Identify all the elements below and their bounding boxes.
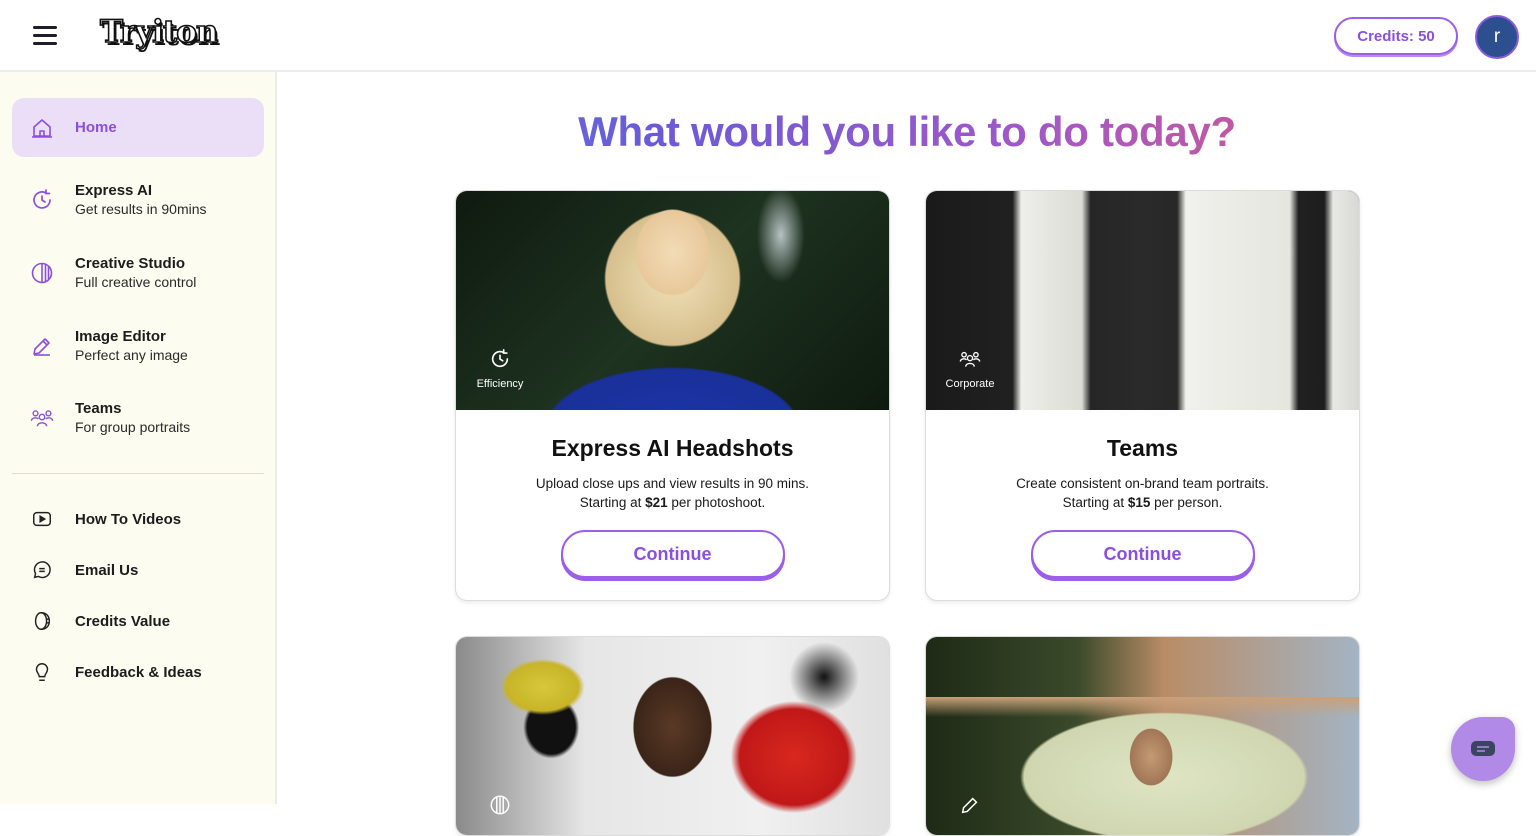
teams-card[interactable]: Corporate Teams Create consistent on-bra… — [925, 190, 1360, 601]
sidebar-item-label: Teams — [75, 400, 122, 417]
sidebar-item-email-us[interactable]: Email Us — [12, 555, 264, 585]
sidebar-item-subtitle: For group portraits — [75, 419, 191, 435]
sidebar-item-teams[interactable]: Teams For group portraits — [12, 388, 264, 448]
lightbulb-icon — [30, 660, 54, 684]
card-desc-line: Upload close ups and view results in 90 … — [535, 476, 810, 491]
continue-button[interactable]: Continue — [1030, 530, 1255, 578]
circle-stripes-icon — [490, 795, 510, 815]
sidebar-item-label: Image Editor — [75, 328, 166, 345]
express-ai-card[interactable]: Efficiency Express AI Headshots Upload c… — [455, 190, 890, 601]
chat-support-button[interactable] — [1451, 717, 1515, 781]
price-suffix: per person. — [1150, 495, 1223, 510]
sidebar-item-label: Creative Studio — [75, 255, 186, 272]
card-badge-label: Efficiency — [476, 378, 524, 390]
continue-button[interactable]: Continue — [560, 530, 785, 578]
teams-image: Corporate — [926, 191, 1359, 410]
image-editor-image — [926, 637, 1359, 835]
sidebar-item-label: Email Us — [75, 561, 139, 579]
image-editor-card[interactable] — [925, 636, 1360, 836]
price-suffix: per photoshoot. — [667, 495, 766, 510]
sidebar: Home Express AI Get results in 90mins Cr… — [0, 72, 277, 804]
card-title: Teams — [1106, 435, 1179, 461]
home-icon — [30, 116, 54, 140]
sidebar-divider — [12, 473, 264, 474]
creative-studio-card[interactable] — [455, 636, 890, 836]
card-badge-label: Corporate — [945, 378, 995, 390]
price-prefix: Starting at — [1062, 495, 1128, 510]
chat-bubble-icon — [30, 558, 54, 582]
sidebar-item-credits-value[interactable]: Credits Value — [12, 606, 264, 636]
sidebar-item-label: Credits Value — [75, 612, 171, 630]
card-badge: Efficiency — [474, 348, 526, 392]
sidebar-item-subtitle: Full creative control — [75, 274, 197, 290]
credits-button[interactable]: Credits: 50 — [1334, 17, 1458, 55]
sidebar-item-subtitle: Get results in 90mins — [75, 201, 207, 217]
avatar[interactable]: r — [1475, 15, 1519, 59]
card-description: Upload close ups and view results in 90 … — [456, 474, 889, 512]
sidebar-item-express-ai[interactable]: Express AI Get results in 90mins — [12, 170, 264, 230]
clock-refresh-icon — [30, 188, 54, 212]
menu-icon[interactable] — [33, 26, 57, 46]
circle-stripes-icon — [30, 261, 54, 285]
express-ai-image: Efficiency — [456, 191, 889, 410]
sidebar-item-label: Home — [75, 119, 117, 136]
card-description: Create consistent on-brand team portrait… — [926, 474, 1359, 512]
coin-icon — [30, 609, 54, 633]
card-price-line: Starting at $15 per person. — [926, 493, 1359, 512]
sidebar-item-subtitle: Perfect any image — [75, 347, 188, 363]
group-icon — [959, 351, 981, 367]
price-prefix: Starting at — [579, 495, 646, 510]
sidebar-item-home[interactable]: Home — [12, 98, 264, 157]
sidebar-item-label: Feedback & Ideas — [75, 663, 202, 681]
chat-icon — [1471, 741, 1495, 756]
pencil-icon — [961, 797, 978, 814]
sidebar-item-how-to-videos[interactable]: How To Videos — [12, 504, 264, 534]
pencil-icon — [30, 334, 54, 358]
card-price-line: Starting at $21 per photoshoot. — [456, 493, 889, 512]
logo[interactable]: Tryiton — [99, 13, 219, 51]
group-icon — [30, 406, 54, 430]
top-header: Tryiton Credits: 50 r — [0, 0, 1536, 72]
sidebar-item-image-editor[interactable]: Image Editor Perfect any image — [12, 316, 264, 376]
sidebar-item-label: How To Videos — [75, 510, 182, 528]
video-play-icon — [30, 507, 54, 531]
clock-refresh-icon — [491, 349, 509, 368]
price: $21 — [645, 495, 668, 510]
price: $15 — [1127, 495, 1151, 510]
card-badge: Corporate — [944, 348, 996, 392]
sidebar-item-feedback-ideas[interactable]: Feedback & Ideas — [12, 657, 264, 687]
sidebar-item-label: Express AI — [75, 182, 152, 199]
card-title: Express AI Headshots — [551, 435, 794, 461]
page-title: What would you like to do today? — [278, 108, 1536, 156]
card-desc-line: Create consistent on-brand team portrait… — [1016, 476, 1269, 491]
sidebar-item-creative-studio[interactable]: Creative Studio Full creative control — [12, 243, 264, 303]
creative-studio-image — [456, 637, 889, 835]
